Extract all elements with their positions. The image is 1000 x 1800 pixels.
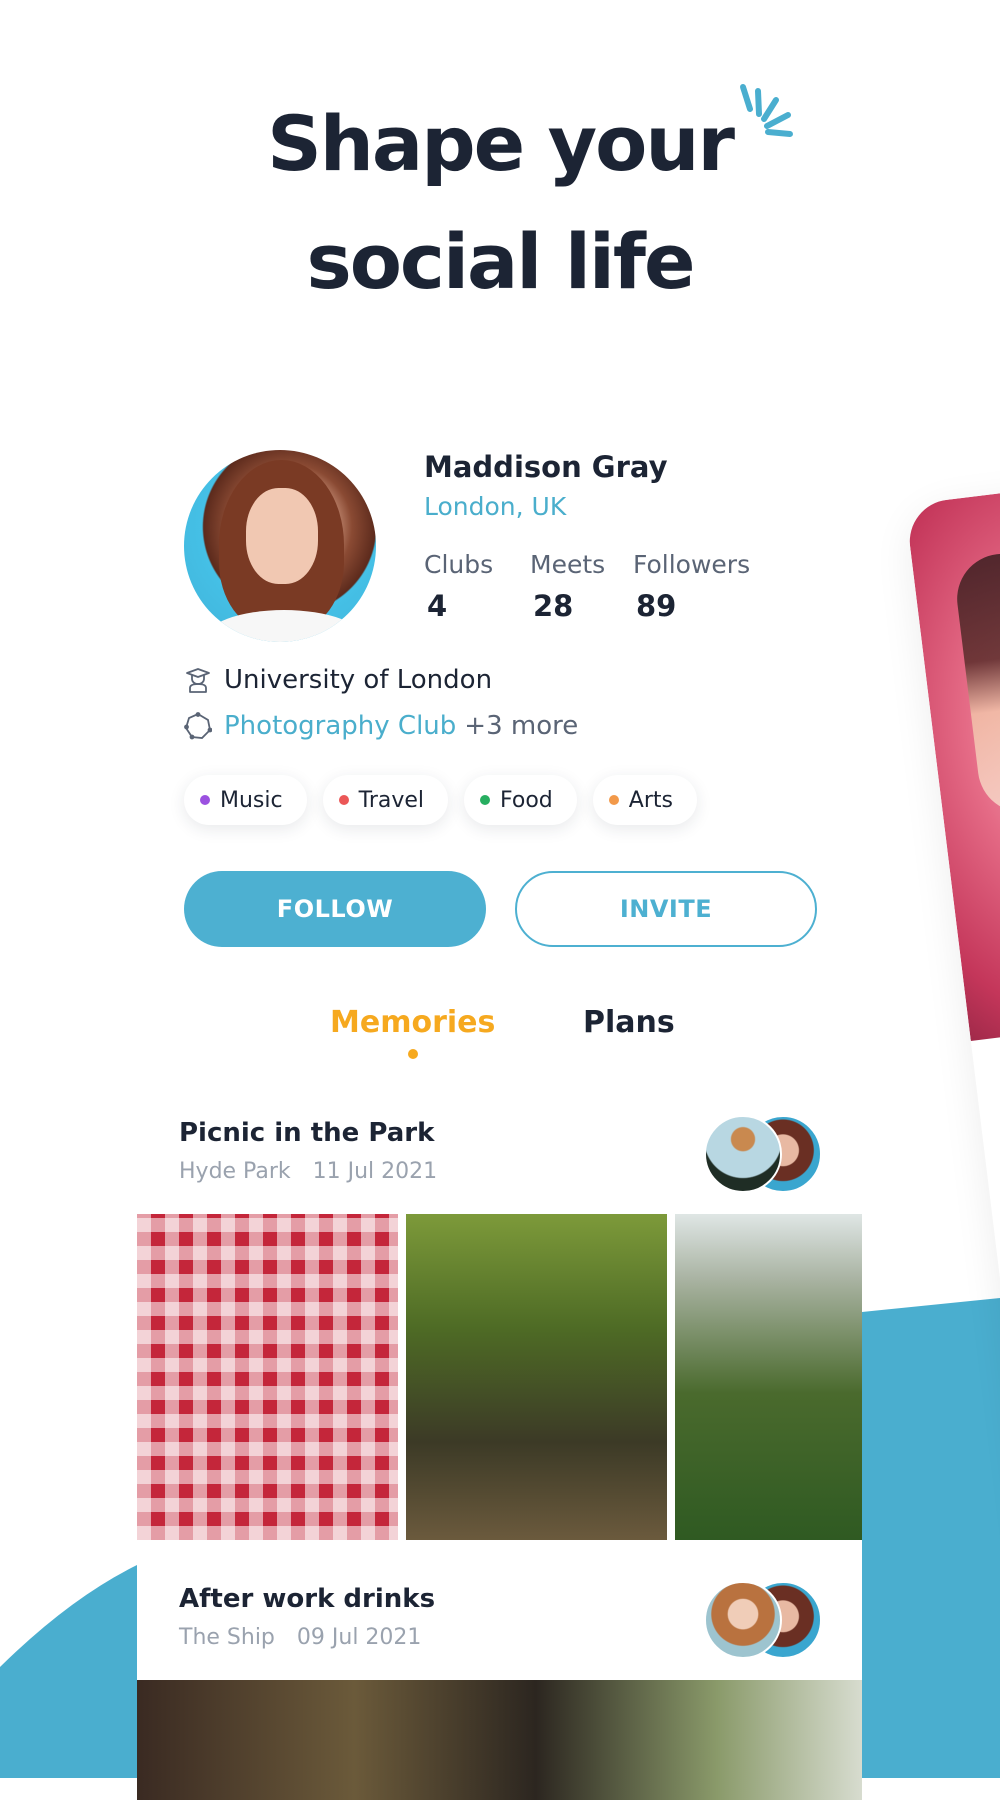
stat-value: 4 bbox=[427, 589, 448, 623]
attendee-avatar bbox=[704, 1581, 782, 1659]
tag-food[interactable]: Food bbox=[464, 775, 577, 825]
tag-music[interactable]: Music bbox=[184, 775, 307, 825]
tab-memories[interactable]: Memories bbox=[330, 1005, 495, 1040]
invite-button[interactable]: INVITE bbox=[515, 871, 817, 947]
follow-button[interactable]: FOLLOW bbox=[184, 871, 486, 947]
event-attendees[interactable] bbox=[704, 1115, 824, 1193]
event-photo[interactable] bbox=[137, 1214, 398, 1540]
avatar-face bbox=[246, 488, 318, 584]
tag-travel[interactable]: Travel bbox=[322, 775, 449, 825]
club-more-link[interactable]: +3 more bbox=[464, 711, 578, 741]
event-photo-gallery bbox=[137, 1214, 862, 1540]
interest-tags: Music Travel Food Arts bbox=[184, 775, 697, 825]
profile-location[interactable]: London, UK bbox=[424, 492, 566, 521]
event-attendees[interactable] bbox=[704, 1581, 824, 1659]
event-title[interactable]: After work drinks bbox=[179, 1584, 435, 1614]
tag-arts[interactable]: Arts bbox=[592, 775, 697, 825]
university-row: University of London bbox=[184, 665, 492, 695]
attendee-avatar bbox=[704, 1115, 782, 1193]
tag-dot bbox=[480, 795, 491, 805]
clubs-row: Photography Club +3 more bbox=[184, 711, 578, 741]
event-date: 09 Jul 2021 bbox=[296, 1625, 422, 1650]
stat-value: 28 bbox=[533, 589, 574, 623]
event-date: 11 Jul 2021 bbox=[312, 1159, 438, 1184]
tag-dot bbox=[608, 795, 619, 805]
event-photo[interactable] bbox=[406, 1214, 667, 1540]
club-icon bbox=[184, 712, 212, 740]
tag-label: Travel bbox=[358, 787, 425, 813]
tag-dot bbox=[200, 795, 210, 805]
graduation-icon bbox=[186, 668, 210, 693]
avatar-shirt bbox=[204, 610, 364, 642]
club-link[interactable]: Photography Club bbox=[224, 711, 456, 741]
stat-clubs[interactable]: Clubs 4 bbox=[424, 550, 493, 623]
stat-label: Meets bbox=[530, 550, 606, 579]
tab-plans[interactable]: Plans bbox=[583, 1005, 675, 1040]
event-place: The Ship bbox=[179, 1625, 275, 1650]
event-meta: The Ship 09 Jul 2021 bbox=[179, 1625, 421, 1650]
headline-line-2: social life bbox=[306, 217, 695, 306]
profile-card: Maddison Gray London, UK Clubs 4 Meets 2… bbox=[137, 395, 862, 1800]
tag-label: Music bbox=[220, 787, 283, 813]
headline: Shape your social life bbox=[0, 85, 1000, 321]
active-tab-indicator bbox=[408, 1049, 418, 1059]
next-profile-figure bbox=[952, 548, 1000, 818]
tag-label: Arts bbox=[628, 787, 673, 813]
tag-dot bbox=[338, 795, 349, 805]
stat-label: Clubs bbox=[424, 550, 494, 579]
event-title[interactable]: Picnic in the Park bbox=[179, 1118, 434, 1148]
sparkle-icon bbox=[740, 84, 793, 137]
avatar[interactable] bbox=[184, 450, 376, 642]
university-text: University of London bbox=[224, 665, 493, 695]
stat-label: Followers bbox=[633, 550, 751, 579]
event-meta: Hyde Park 11 Jul 2021 bbox=[179, 1159, 437, 1184]
event-photo[interactable] bbox=[675, 1214, 862, 1540]
stat-followers[interactable]: Followers 89 bbox=[633, 550, 750, 623]
headline-line-1: Shape your bbox=[267, 99, 735, 188]
stat-value: 89 bbox=[636, 589, 677, 623]
tag-label: Food bbox=[500, 787, 553, 813]
event-place: Hyde Park bbox=[179, 1159, 291, 1184]
stat-meets[interactable]: Meets 28 bbox=[530, 550, 605, 623]
profile-name: Maddison Gray bbox=[424, 450, 668, 484]
event-photo[interactable] bbox=[137, 1680, 862, 1800]
